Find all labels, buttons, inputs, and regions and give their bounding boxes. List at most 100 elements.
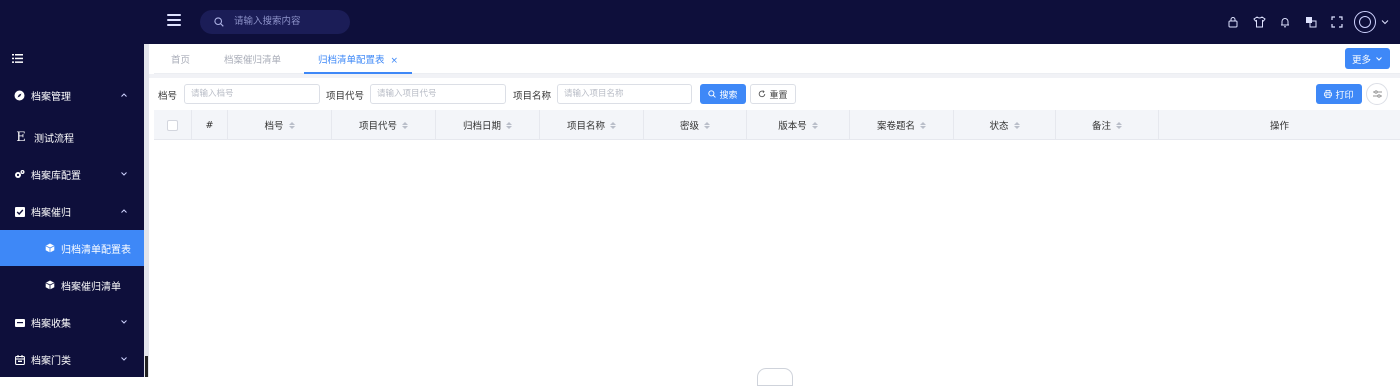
sidebar-item-label: 档案管理	[31, 91, 71, 103]
sort-icon[interactable]	[402, 121, 408, 129]
filter-settings-icon	[1372, 90, 1382, 98]
col-remarks[interactable]: 备注	[1056, 110, 1159, 140]
cube-icon	[44, 243, 55, 254]
more-button-label: 更多	[1351, 54, 1371, 66]
sidebar-item-label: 档案库配置	[31, 171, 81, 182]
scroll-up-handle[interactable]	[757, 368, 793, 386]
column-label: 备注	[1091, 121, 1111, 132]
sidebar-item-archive-collection[interactable]: 档案收集	[0, 304, 144, 341]
bell-icon[interactable]	[1272, 10, 1298, 34]
sort-icon[interactable]	[610, 121, 616, 129]
column-label: 归档日期	[462, 121, 501, 132]
col-archive-date[interactable]: 归档日期	[436, 110, 540, 140]
column-settings-button[interactable]	[1366, 83, 1388, 105]
sidebar-scrollbar[interactable]	[144, 44, 149, 377]
table-header: # 档号 项目代号 归档日期 项目名称 密级 版本号 案卷题名 状态 备注 操作	[154, 110, 1400, 140]
archive-no-label: 档号	[158, 91, 178, 102]
sort-icon[interactable]	[1116, 121, 1122, 129]
placeholder: 请输入项目名称	[564, 89, 624, 99]
filter-bar: 档号 请输入档号 项目代号 请输入项目代号 项目名称 请输入项目名称 搜索 重置…	[154, 82, 1400, 106]
reset-button[interactable]: 重置	[750, 84, 796, 104]
column-label: 案卷题名	[876, 121, 915, 132]
folder-icon	[14, 317, 25, 328]
chevron-down-icon[interactable]	[1380, 17, 1390, 27]
hamburger-menu-icon[interactable]	[167, 14, 181, 26]
col-security-level[interactable]: 密级	[644, 110, 747, 140]
sidebar-item-test-flow[interactable]: E 测试流程	[0, 118, 144, 156]
lock-icon[interactable]	[1220, 10, 1246, 34]
sidebar: 档案管理 E 测试流程 档案库配置 档案催归 归档清单配置表 档案催归清单 档案…	[0, 44, 144, 377]
shirt-icon[interactable]	[1246, 10, 1272, 34]
tab-label: 归档清单配置表	[318, 55, 385, 66]
print-button[interactable]: 打印	[1316, 84, 1362, 104]
tab-archive-list-config[interactable]: 归档清单配置表 ×	[304, 48, 413, 74]
sort-icon[interactable]	[704, 121, 710, 129]
project-name-input[interactable]: 请输入项目名称	[557, 84, 692, 104]
close-icon[interactable]: ×	[391, 56, 399, 66]
scrollbar-thumb[interactable]	[145, 356, 148, 377]
tab-bar: 首页 档案催归清单 归档清单配置表 ×	[154, 48, 1400, 74]
sort-icon[interactable]	[288, 121, 295, 129]
sidebar-item-label: 测试流程	[34, 133, 74, 145]
checkbox-icon	[14, 206, 25, 217]
chevron-down-icon	[121, 320, 127, 324]
search-input[interactable]: 请输入搜索内容	[200, 10, 350, 34]
col-project-code[interactable]: 项目代号	[332, 110, 436, 140]
sidebar-item-label: 档案收集	[31, 319, 71, 330]
sort-icon[interactable]	[920, 121, 926, 129]
chevron-down-icon	[1376, 56, 1382, 61]
translate-icon[interactable]	[1298, 10, 1324, 34]
project-code-input[interactable]: 请输入项目代号	[370, 84, 506, 104]
column-label: #	[205, 119, 214, 131]
tab-home[interactable]: 首页	[171, 48, 190, 74]
column-label: 项目代号	[358, 121, 397, 132]
sidebar-item-archive-management[interactable]: 档案管理	[0, 72, 144, 118]
sort-icon[interactable]	[1013, 121, 1020, 129]
search-button[interactable]: 搜索	[700, 84, 746, 104]
sidebar-item-archive-reminder[interactable]: 档案催归	[0, 193, 144, 230]
divider	[149, 74, 1400, 78]
col-actions: 操作	[1159, 110, 1400, 140]
col-index: #	[192, 110, 228, 140]
sidebar-item-reminder-list[interactable]: 档案催归清单	[0, 266, 144, 304]
avatar[interactable]	[1354, 11, 1376, 33]
fullscreen-icon[interactable]	[1324, 10, 1350, 34]
col-version[interactable]: 版本号	[747, 110, 850, 140]
column-label: 状态	[989, 121, 1009, 132]
search-placeholder: 请输入搜索内容	[234, 16, 301, 27]
more-button[interactable]: 更多	[1345, 48, 1390, 69]
sort-icon[interactable]	[506, 121, 512, 129]
search-icon	[214, 17, 224, 27]
col-status[interactable]: 状态	[954, 110, 1056, 140]
project-code-label: 项目代号	[326, 91, 365, 102]
column-label: 档号	[264, 121, 284, 132]
sidebar-item-repository-config[interactable]: 档案库配置	[0, 156, 144, 193]
col-archive-no[interactable]: 档号	[228, 110, 332, 140]
top-bar: 请输入搜索内容	[0, 0, 1400, 44]
refresh-icon	[759, 90, 766, 98]
sidebar-item-archive-category[interactable]: 档案门类	[0, 341, 144, 378]
column-label: 版本号	[778, 121, 807, 132]
search-button-label: 搜索	[719, 90, 738, 101]
col-file-title[interactable]: 案卷题名	[850, 110, 954, 140]
archive-no-input[interactable]: 请输入档号	[184, 84, 320, 104]
chevron-up-icon	[121, 93, 127, 97]
project-name-label: 项目名称	[513, 91, 552, 102]
printer-icon	[1324, 90, 1333, 98]
chevron-down-icon	[121, 357, 127, 361]
sort-icon[interactable]	[811, 121, 818, 129]
e-icon: E	[16, 129, 26, 145]
reset-button-label: 重置	[769, 90, 788, 101]
column-label: 密级	[679, 121, 699, 132]
print-button-label: 打印	[1335, 90, 1354, 101]
sidebar-item-archive-list-config[interactable]: 归档清单配置表	[0, 230, 144, 266]
tab-label: 首页	[171, 55, 191, 66]
sidebar-list-toggle[interactable]	[0, 44, 144, 72]
calendar-icon	[14, 354, 25, 365]
select-all-checkbox[interactable]	[167, 119, 178, 131]
sidebar-item-label: 档案门类	[31, 356, 71, 367]
tab-reminder-list[interactable]: 档案催归清单	[224, 48, 281, 74]
sidebar-item-label: 归档清单配置表	[61, 244, 131, 256]
col-project-name[interactable]: 项目名称	[540, 110, 644, 140]
tab-label: 档案催归清单	[224, 55, 282, 66]
